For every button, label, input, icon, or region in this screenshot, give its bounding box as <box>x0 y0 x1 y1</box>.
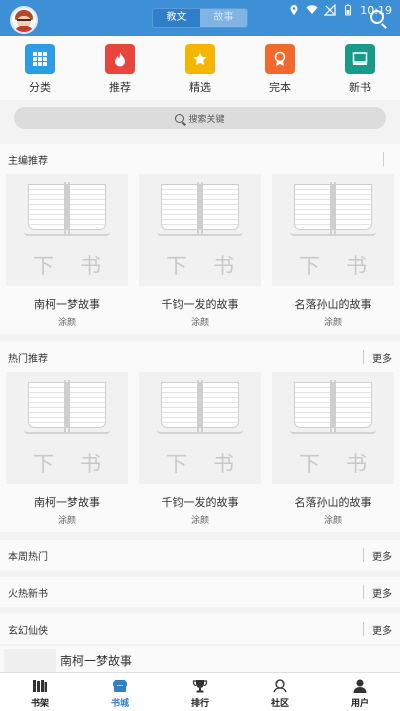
book-author: 涂颜 <box>57 318 76 328</box>
category-label: 新书 <box>349 81 371 94</box>
book-card[interactable]: 下书 千钧一发的故事 涂颜 <box>139 174 261 328</box>
book-icon <box>345 44 375 74</box>
book-cover-placeholder: 下书 <box>272 372 394 484</box>
section-hot-picks: 热门推荐 更多 下书 南柯一梦故事 涂颜 下书 千钧一发的故事 涂颜 下书 名落… <box>0 342 400 532</box>
tab-gushi[interactable]: 故事 <box>200 9 247 27</box>
trophy-icon <box>192 679 208 693</box>
bottom-nav: 书架 书城 排行 社区 用户 <box>0 672 400 711</box>
user-icon <box>352 679 368 693</box>
section-new-hot: 火热新书 更多 <box>0 577 400 607</box>
book-title: 名落孙山的故事 <box>294 496 372 509</box>
nav-community[interactable]: 社区 <box>250 673 310 711</box>
category-shortcuts: 分类 推荐 精选 完本 新书 <box>0 36 400 100</box>
category-label: 分类 <box>29 81 51 94</box>
category-xinshu[interactable]: 新书 <box>330 44 390 95</box>
flame-icon <box>105 44 135 74</box>
category-jingxuan[interactable]: 精选 <box>170 44 230 95</box>
signal-icon <box>324 4 336 16</box>
section-title: 主编推荐 <box>8 155 48 167</box>
book-card[interactable]: 下书 名落孙山的故事 涂颜 <box>272 174 394 328</box>
search-icon <box>175 113 185 123</box>
section-editor-picks: 主编推荐 下书 南柯一梦故事 涂颜 下书 千钧一发的故事 涂颜 下书 名落孙山的… <box>0 144 400 334</box>
book-card[interactable]: 下书 南柯一梦故事 涂颜 <box>6 174 128 328</box>
app-header: 教文 故事 10:19 <box>0 0 400 36</box>
section-xuanhuan: 玄幻仙侠 更多 <box>0 614 400 644</box>
badge-icon <box>265 44 295 74</box>
book-title: 南柯一梦故事 <box>60 654 133 668</box>
book-title: 南柯一梦故事 <box>34 298 100 311</box>
category-fenlei[interactable]: 分类 <box>10 44 70 95</box>
more-link[interactable]: 更多 <box>363 350 392 365</box>
book-card[interactable]: 下书 名落孙山的故事 涂颜 <box>272 372 394 526</box>
book-author: 涂颜 <box>323 516 342 526</box>
battery-icon <box>345 4 352 16</box>
community-icon <box>272 679 288 693</box>
store-icon <box>112 679 128 693</box>
book-card[interactable]: 下书 千钧一发的故事 涂颜 <box>139 372 261 526</box>
book-title: 南柯一梦故事 <box>34 496 100 509</box>
book-card[interactable]: 下书 南柯一梦故事 涂颜 <box>6 372 128 526</box>
category-wanben[interactable]: 完本 <box>250 44 310 95</box>
book-author: 涂颜 <box>57 516 76 526</box>
section-title: 热门推荐 <box>8 353 48 365</box>
search-placeholder: 搜索关键 <box>188 114 225 125</box>
book-title: 千钧一发的故事 <box>161 298 239 311</box>
category-label: 精选 <box>189 81 211 94</box>
grid-icon <box>25 44 55 74</box>
star-icon <box>185 44 215 74</box>
more-link[interactable]: 更多 <box>363 622 392 637</box>
search-icon[interactable] <box>370 10 384 24</box>
nav-bookshelf[interactable]: 书架 <box>10 673 70 711</box>
category-tuijian[interactable]: 推荐 <box>90 44 150 95</box>
location-icon <box>290 5 298 15</box>
nav-bookstore[interactable]: 书城 <box>90 673 150 711</box>
tab-jiaowen[interactable]: 教文 <box>153 9 200 27</box>
category-label: 完本 <box>269 81 291 94</box>
book-cover-placeholder: 下书 <box>6 174 128 286</box>
book-author: 涂颜 <box>190 516 209 526</box>
book-cover-placeholder: 下书 <box>139 372 261 484</box>
book-cover-placeholder: 下书 <box>272 174 394 286</box>
book-author: 涂颜 <box>323 318 342 328</box>
nav-ranking[interactable]: 排行 <box>170 673 230 711</box>
header-tab-switch: 教文 故事 <box>152 8 248 28</box>
more-link[interactable] <box>383 152 392 166</box>
section-title: 本周热门 <box>8 551 48 563</box>
more-link[interactable]: 更多 <box>363 548 392 563</box>
section-title: 玄幻仙侠 <box>8 625 48 637</box>
book-cover-placeholder: 下书 <box>139 174 261 286</box>
section-title: 火热新书 <box>8 588 48 600</box>
book-title: 千钧一发的故事 <box>161 496 239 509</box>
nav-user[interactable]: 用户 <box>330 673 390 711</box>
user-avatar[interactable] <box>10 6 38 34</box>
book-cover-placeholder: 下书 <box>6 372 128 484</box>
more-link[interactable]: 更多 <box>363 585 392 600</box>
wifi-icon <box>306 5 318 14</box>
book-title: 名落孙山的故事 <box>294 298 372 311</box>
book-author: 涂颜 <box>190 318 209 328</box>
section-weekly-hot: 本周热门 更多 <box>0 540 400 570</box>
search-input[interactable]: 搜索关键 <box>14 107 386 129</box>
category-label: 推荐 <box>109 81 131 94</box>
bookshelf-icon <box>32 679 48 693</box>
